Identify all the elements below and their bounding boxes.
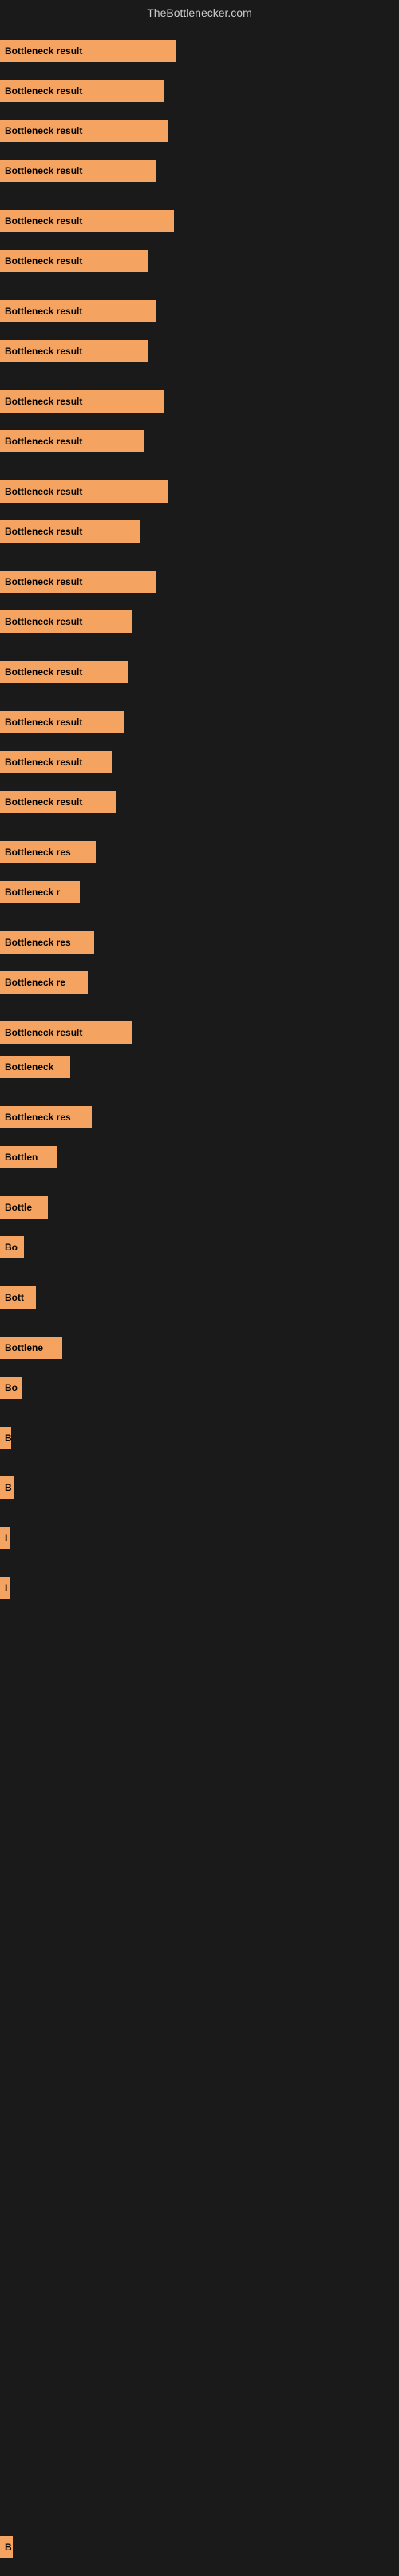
bar-label: Bottleneck result	[5, 436, 82, 447]
bar-row: B	[0, 1427, 11, 1449]
bar-row: B	[0, 2536, 13, 2558]
bar-label: Bottleneck r	[5, 887, 60, 898]
bar-label: B	[5, 2542, 12, 2553]
bar-label: Bottleneck result	[5, 717, 82, 728]
bar-label: Bottleneck	[5, 1061, 53, 1073]
bar-row: Bottleneck result	[0, 340, 148, 362]
bar-row: Bottlen	[0, 1146, 57, 1168]
bars-container: Bottleneck result Bottleneck result Bottle…	[0, 22, 399, 2576]
bar-label: Bottleneck result	[5, 215, 82, 227]
bar-row: I	[0, 1527, 10, 1549]
bar-row: Bottleneck result	[0, 430, 144, 452]
bar-row: Bottle	[0, 1196, 48, 1219]
bar-row: Bottleneck result	[0, 571, 156, 593]
bar-row: Bottleneck res	[0, 931, 94, 954]
bar-label: Bottleneck result	[5, 306, 82, 317]
bar-label: Bottleneck result	[5, 616, 82, 627]
bar-label: Bottleneck res	[5, 847, 71, 858]
bar-row: Bottleneck result	[0, 120, 168, 142]
bar-label: Bottleneck result	[5, 796, 82, 808]
bar-label: I	[5, 1532, 7, 1543]
bar-row: Bottleneck result	[0, 751, 112, 773]
bar-row: Bottleneck	[0, 1056, 70, 1078]
bar-row: Bottleneck result	[0, 711, 124, 733]
bar-label: Bottleneck result	[5, 486, 82, 497]
bar-label: Bottleneck result	[5, 346, 82, 357]
bar-label: B	[5, 1432, 11, 1444]
bar-row: Bottleneck result	[0, 250, 148, 272]
bar-row: Bottleneck res	[0, 841, 96, 863]
bar-label: Bottleneck result	[5, 576, 82, 587]
bar-label: Bottleneck re	[5, 977, 65, 988]
bar-label: Bottleneck result	[5, 757, 82, 768]
bar-label: Bott	[5, 1292, 24, 1303]
bar-row: Bottleneck result	[0, 160, 156, 182]
site-title: TheBottlenecker.com	[0, 0, 399, 22]
bar-label: Bo	[5, 1382, 18, 1393]
bar-row: Bottleneck result	[0, 661, 128, 683]
bar-row: Bott	[0, 1286, 36, 1309]
bar-row: Bottleneck result	[0, 210, 174, 232]
bar-label: Bottleneck res	[5, 937, 71, 948]
bar-row: Bottleneck result	[0, 520, 140, 543]
bar-row: Bottleneck res	[0, 1106, 92, 1128]
bar-row: I	[0, 1577, 10, 1599]
bar-label: Bottleneck result	[5, 85, 82, 97]
bar-label: Bottleneck result	[5, 45, 82, 57]
bar-label: Bottleneck result	[5, 1027, 82, 1038]
bar-label: Bottleneck result	[5, 526, 82, 537]
bar-label: Bottlene	[5, 1342, 43, 1353]
bar-label: Bottlen	[5, 1152, 38, 1163]
bar-row: Bottleneck r	[0, 881, 80, 903]
bar-label: Bo	[5, 1242, 18, 1253]
bar-row: B	[0, 1476, 14, 1499]
bar-row: Bottleneck result	[0, 610, 132, 633]
bar-row: Bottleneck re	[0, 971, 88, 994]
bar-row: Bottleneck result	[0, 791, 116, 813]
bar-label: Bottle	[5, 1202, 32, 1213]
bar-label: Bottleneck result	[5, 396, 82, 407]
bar-row: Bo	[0, 1377, 22, 1399]
bar-row: Bottleneck result	[0, 480, 168, 503]
bar-label: Bottleneck result	[5, 255, 82, 267]
bar-label: B	[5, 1482, 12, 1493]
bar-row: Bottleneck result	[0, 300, 156, 322]
bar-label: I	[5, 1582, 7, 1594]
bar-label: Bottleneck result	[5, 666, 82, 678]
bar-label: Bottleneck res	[5, 1112, 71, 1123]
bar-row: Bo	[0, 1236, 24, 1258]
bar-row: Bottleneck result	[0, 390, 164, 413]
bar-row: Bottlene	[0, 1337, 62, 1359]
bar-row: Bottleneck result	[0, 40, 176, 62]
bar-label: Bottleneck result	[5, 125, 82, 136]
bar-label: Bottleneck result	[5, 165, 82, 176]
bar-row: Bottleneck result	[0, 80, 164, 102]
bar-row: Bottleneck result	[0, 1021, 132, 1044]
